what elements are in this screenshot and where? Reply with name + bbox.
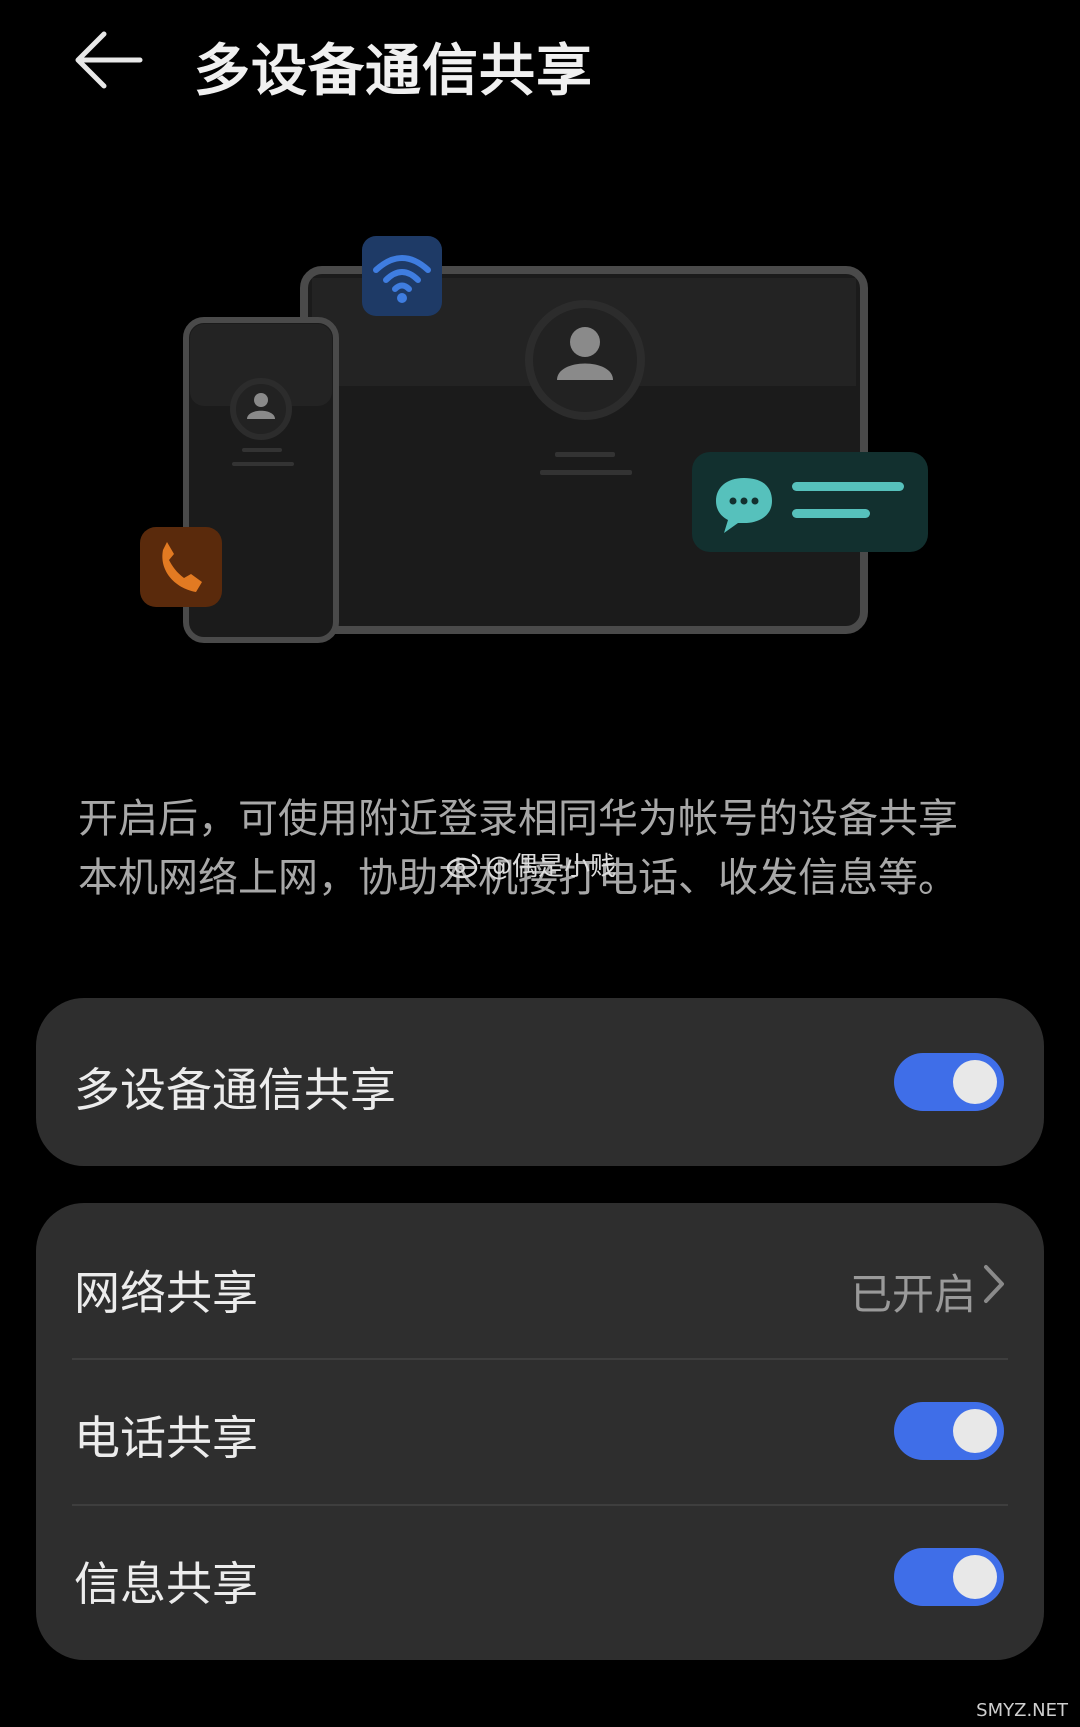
back-arrow-icon — [75, 31, 143, 89]
message-sharing-switch[interactable] — [894, 1548, 1004, 1606]
app-header: 多设备通信共享 — [0, 0, 1080, 130]
weibo-icon — [446, 853, 481, 878]
back-button[interactable] — [70, 22, 150, 98]
wifi-icon — [362, 236, 442, 316]
watermark-handle: @偶是小贱 — [486, 852, 617, 882]
chevron-right-icon — [984, 1265, 1004, 1303]
network-sharing-status: 已开启 — [849, 1270, 976, 1319]
watermark: @偶是小贱 — [446, 846, 616, 883]
message-sharing-label: 信息共享 — [74, 1557, 258, 1611]
phone-icon — [140, 527, 222, 607]
tablet-illustration — [300, 266, 868, 634]
phone-sharing-label: 电话共享 — [74, 1411, 258, 1465]
network-sharing-row[interactable]: 网络共享 已开启 — [36, 1203, 1044, 1351]
sharing-options-card: 网络共享 已开启 电话共享 信息共享 — [36, 1203, 1044, 1660]
main-toggle-row[interactable]: 多设备通信共享 — [36, 998, 1044, 1166]
main-toggle-card: 多设备通信共享 — [36, 998, 1044, 1166]
main-toggle-switch[interactable] — [894, 1053, 1004, 1111]
description-line-1: 开启后，可使用附近登录相同华为帐号的设备共享 — [78, 796, 958, 842]
toggle-knob — [953, 1409, 997, 1453]
chat-icon — [692, 452, 928, 552]
toggle-knob — [953, 1555, 997, 1599]
message-sharing-row[interactable]: 信息共享 — [36, 1506, 1044, 1660]
phone-sharing-switch[interactable] — [894, 1402, 1004, 1460]
main-toggle-label: 多设备通信共享 — [74, 1063, 396, 1117]
hero-illustration — [0, 220, 1080, 660]
page-title: 多设备通信共享 — [194, 39, 593, 104]
site-watermark: SMYZ.NET — [976, 1700, 1068, 1721]
phone-sharing-row[interactable]: 电话共享 — [36, 1360, 1044, 1504]
network-sharing-label: 网络共享 — [74, 1266, 258, 1320]
toggle-knob — [953, 1060, 997, 1104]
